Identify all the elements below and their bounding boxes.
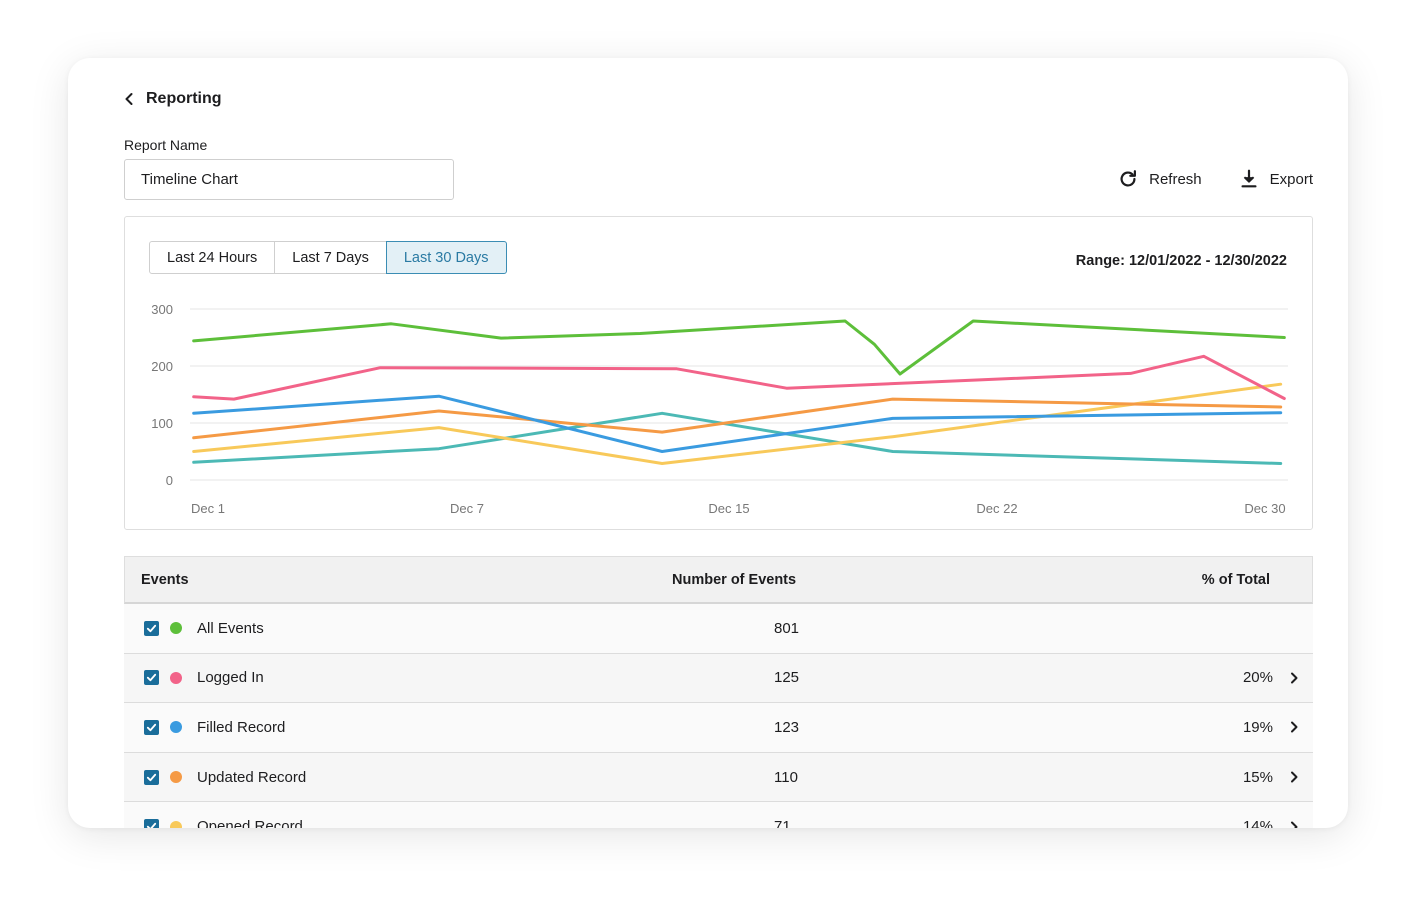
series-color-dot <box>170 622 182 635</box>
event-percent: 15% <box>1242 768 1273 786</box>
y-tick-label: 300 <box>151 302 173 317</box>
toolbar-actions: Refresh Export <box>1117 168 1313 190</box>
x-tick-label: Dec 1 <box>191 501 225 516</box>
download-icon <box>1241 169 1257 188</box>
table-row[interactable]: Filled Record 123 19% <box>124 703 1313 753</box>
x-tick-label: Dec 30 <box>1244 501 1285 516</box>
event-name: All Events <box>197 619 264 637</box>
range-last-30-days[interactable]: Last 30 Days <box>385 241 507 274</box>
refresh-icon <box>1120 170 1137 187</box>
header-number-of-events: Number of Events <box>672 571 797 588</box>
checkmark-icon <box>146 823 157 828</box>
row-checkbox[interactable] <box>144 819 159 828</box>
event-percent: 20% <box>1242 669 1273 687</box>
chart-panel: Last 24 Hours Last 7 Days Last 30 Days R… <box>124 216 1313 530</box>
row-checkbox[interactable] <box>144 719 159 735</box>
x-tick-label: Dec 7 <box>450 501 484 516</box>
event-name: Updated Record <box>197 768 307 786</box>
row-checkbox[interactable] <box>144 620 159 636</box>
chevron-right-icon[interactable] <box>1287 671 1301 685</box>
y-tick-label: 100 <box>151 416 173 431</box>
events-table: Events Number of Events % of Total All E… <box>124 556 1313 828</box>
header-percent-of-total: % of Total <box>1201 571 1270 588</box>
back-label: Reporting <box>146 90 222 107</box>
event-name: Logged In <box>197 669 264 687</box>
checkmark-icon <box>146 723 157 732</box>
event-count: 71 <box>774 818 791 828</box>
event-count: 801 <box>774 619 800 637</box>
export-label: Export <box>1269 170 1313 188</box>
chevron-right-icon[interactable] <box>1287 820 1301 828</box>
checkmark-icon <box>146 624 157 632</box>
series-color-dot <box>170 820 182 828</box>
y-tick-label: 0 <box>166 473 173 488</box>
report-name-input[interactable] <box>124 159 454 200</box>
report-name-label: Report Name <box>124 137 208 153</box>
series-color-dot <box>170 771 182 784</box>
report-card: Reporting Report Name Refresh Export Las… <box>68 58 1348 828</box>
refresh-button[interactable]: Refresh <box>1117 168 1202 190</box>
checkmark-icon <box>146 674 157 682</box>
table-row[interactable]: Logged In 125 20% <box>124 653 1313 704</box>
y-tick-label: 200 <box>151 359 173 374</box>
series-line-updated-record <box>192 397 1283 440</box>
event-name: Opened Record <box>197 818 303 828</box>
table-header: Events Number of Events % of Total <box>124 556 1313 604</box>
event-count: 123 <box>774 718 800 736</box>
series-color-dot <box>170 671 182 684</box>
table-row[interactable]: Updated Record 110 15% <box>124 752 1313 803</box>
table-body: All Events 801 Logged In 125 20% Filled Recor… <box>124 604 1313 828</box>
export-button[interactable]: Export <box>1238 168 1313 190</box>
event-count: 110 <box>774 768 798 786</box>
event-name: Filled Record <box>197 718 286 736</box>
row-checkbox[interactable] <box>144 670 159 686</box>
series-line-logged-in <box>192 354 1286 401</box>
x-tick-label: Dec 22 <box>976 501 1017 516</box>
series-color-dot <box>170 721 182 734</box>
table-row[interactable]: All Events 801 <box>124 604 1313 654</box>
timeline-chart: 0 100 200 300 Dec 1 Dec 7 Dec 15 Dec 22 Dec 30 <box>151 302 1288 516</box>
event-count: 125 <box>774 669 800 687</box>
event-percent: 19% <box>1242 718 1273 736</box>
chevron-right-icon[interactable] <box>1287 770 1301 784</box>
checkmark-icon <box>146 773 157 781</box>
header-events: Events <box>141 571 189 588</box>
event-percent: 14% <box>1242 818 1273 828</box>
series-line-opened-record <box>192 382 1283 465</box>
refresh-label: Refresh <box>1149 170 1202 188</box>
table-row[interactable]: Opened Record 71 14% <box>124 802 1313 828</box>
row-checkbox[interactable] <box>144 769 159 785</box>
chevron-right-icon[interactable] <box>1287 720 1301 734</box>
x-tick-label: Dec 15 <box>708 501 749 516</box>
back-link[interactable]: Reporting <box>122 90 222 108</box>
chevron-left-icon <box>125 93 133 105</box>
